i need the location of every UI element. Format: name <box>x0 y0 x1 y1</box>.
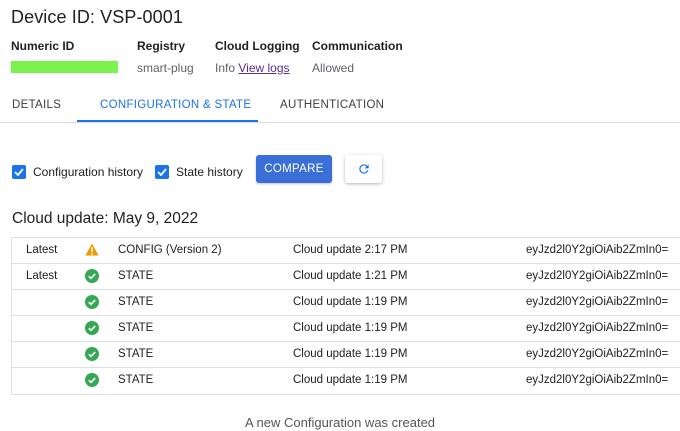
meta-registry: Registry smart-plug <box>137 39 194 75</box>
latest-label: Latest <box>26 244 58 256</box>
update-time: Cloud update 1:19 PM <box>293 296 408 308</box>
communication-label: Communication <box>312 39 403 53</box>
payload-data: eyJzd2l0Y2giOiAib2ZmIn0= <box>526 374 669 386</box>
table-row[interactable]: Latest STATE Cloud update 1:21 PM eyJzd2… <box>12 264 680 290</box>
table-row[interactable]: STATE Cloud update 1:19 PM eyJzd2l0Y2giO… <box>12 316 680 342</box>
numeric-id-label: Numeric ID <box>11 39 75 53</box>
table-row[interactable]: STATE Cloud update 1:19 PM eyJzd2l0Y2giO… <box>12 290 680 316</box>
entry-type: STATE <box>118 374 154 386</box>
configuration-history-label: Configuration history <box>33 165 144 179</box>
numeric-id-redacted-value <box>11 61 118 73</box>
entry-type: STATE <box>118 270 154 282</box>
checkbox-checked-icon <box>12 165 26 179</box>
communication-value: Allowed <box>312 61 355 75</box>
update-time: Cloud update 1:19 PM <box>293 322 408 334</box>
entry-type: STATE <box>118 322 154 334</box>
table-row[interactable]: Latest CONFIG (Version 2) Cloud update 2… <box>12 238 680 264</box>
warning-icon <box>85 243 99 256</box>
configuration-history-checkbox[interactable]: Configuration history <box>12 163 143 181</box>
history-table: Latest CONFIG (Version 2) Cloud update 2… <box>11 237 680 395</box>
check-circle-icon <box>85 295 99 309</box>
cloud-logging-level: Info <box>215 61 236 75</box>
entry-type: STATE <box>118 348 154 360</box>
update-time: Cloud update 1:19 PM <box>293 348 408 360</box>
refresh-button[interactable] <box>345 155 382 183</box>
update-time: Cloud update 2:17 PM <box>293 244 408 256</box>
tab-bar: DETAILS CONFIGURATION & STATE AUTHENTICA… <box>0 91 680 123</box>
cloud-logging-label: Cloud Logging <box>215 39 300 53</box>
entry-type: CONFIG (Version 2) <box>118 244 222 256</box>
cloud-logging-value: Info View logs <box>215 61 300 75</box>
state-history-checkbox[interactable]: State history <box>155 163 243 181</box>
refresh-icon <box>358 164 369 174</box>
latest-label: Latest <box>26 270 58 282</box>
update-time: Cloud update 1:19 PM <box>293 374 408 386</box>
table-row[interactable]: STATE Cloud update 1:19 PM eyJzd2l0Y2giO… <box>12 368 680 394</box>
check-circle-icon <box>85 269 99 283</box>
table-row[interactable]: STATE Cloud update 1:19 PM eyJzd2l0Y2giO… <box>12 342 680 368</box>
payload-data: eyJzd2l0Y2giOiAib2ZmIn0= <box>526 296 669 308</box>
meta-cloud-logging: Cloud Logging Info View logs <box>215 39 300 75</box>
tab-authentication[interactable]: AUTHENTICATION <box>280 91 384 122</box>
registry-label: Registry <box>137 39 186 53</box>
update-time: Cloud update 1:21 PM <box>293 270 408 282</box>
view-logs-link[interactable]: View logs <box>238 61 289 75</box>
check-circle-icon <box>85 347 99 361</box>
active-tab-indicator <box>77 120 258 122</box>
meta-numeric-id: Numeric ID <box>11 39 118 73</box>
meta-communication: Communication Allowed <box>312 39 403 75</box>
state-history-label: State history <box>176 165 243 179</box>
section-title: Cloud update: May 9, 2022 <box>12 210 199 227</box>
checkbox-checked-icon <box>155 165 169 179</box>
tab-details[interactable]: DETAILS <box>12 91 61 122</box>
registry-value: smart-plug <box>137 61 194 75</box>
check-circle-icon <box>85 321 99 335</box>
payload-data: eyJzd2l0Y2giOiAib2ZmIn0= <box>526 270 669 282</box>
check-circle-icon <box>85 373 99 387</box>
payload-data: eyJzd2l0Y2giOiAib2ZmIn0= <box>526 348 669 360</box>
page-title: Device ID: VSP-0001 <box>11 7 183 27</box>
compare-button[interactable]: COMPARE <box>256 155 332 183</box>
payload-data: eyJzd2l0Y2giOiAib2ZmIn0= <box>526 244 669 256</box>
caption: A new Configuration was created <box>244 415 436 430</box>
tab-configuration-state[interactable]: CONFIGURATION & STATE <box>100 91 251 122</box>
payload-data: eyJzd2l0Y2giOiAib2ZmIn0= <box>526 322 669 334</box>
entry-type: STATE <box>118 296 154 308</box>
